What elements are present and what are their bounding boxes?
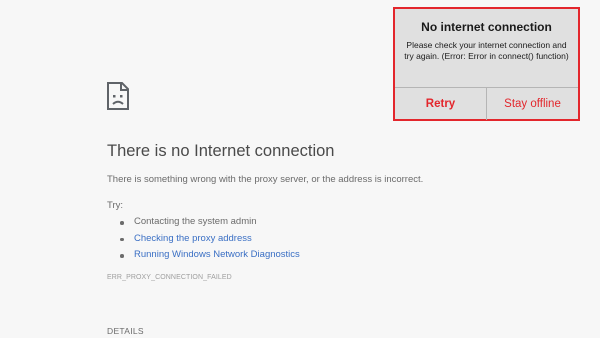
dialog-actions: Retry Stay offline <box>395 87 578 120</box>
details-button[interactable]: DETAILS <box>107 326 144 336</box>
stay-offline-button[interactable]: Stay offline <box>487 88 578 120</box>
error-description: There is something wrong with the proxy … <box>107 174 424 185</box>
dialog-message: Please check your internet connection an… <box>404 40 569 61</box>
error-headline: There is no Internet connection <box>107 142 335 160</box>
suggestion-list: Contacting the system admin Checking the… <box>107 214 300 264</box>
error-code: ERR_PROXY_CONNECTION_FAILED <box>107 274 232 281</box>
dialog-title: No internet connection <box>421 20 552 34</box>
no-connection-dialog: No internet connection Please check your… <box>393 7 580 121</box>
suggestion-check-proxy-link[interactable]: Checking the proxy address <box>107 231 300 248</box>
sad-page-icon <box>107 82 129 110</box>
suggestion-network-diagnostics-link[interactable]: Running Windows Network Diagnostics <box>107 247 300 264</box>
retry-button[interactable]: Retry <box>395 88 487 120</box>
try-label: Try: <box>107 200 124 211</box>
suggestion-contact-admin: Contacting the system admin <box>107 214 300 231</box>
